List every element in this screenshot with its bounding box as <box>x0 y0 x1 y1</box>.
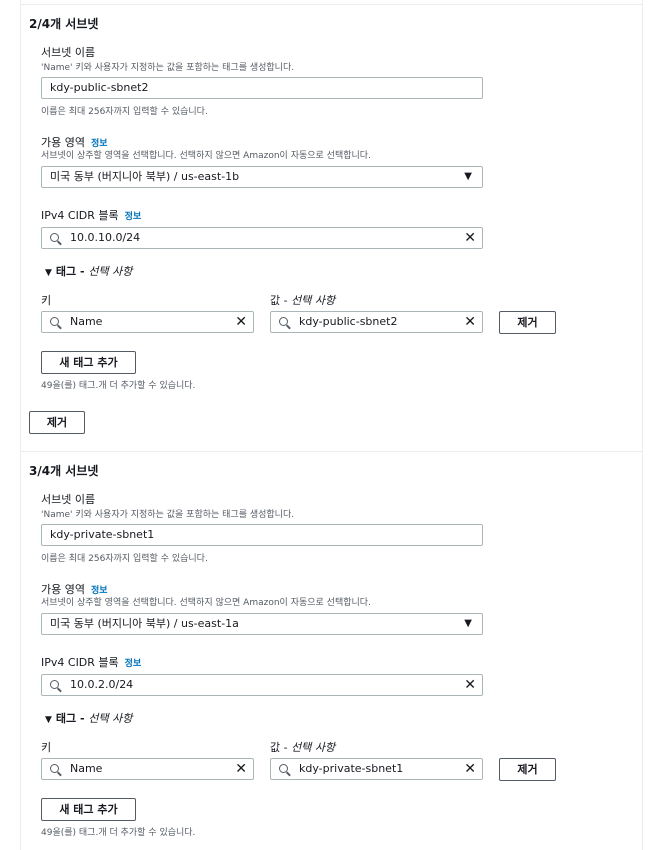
search-icon <box>50 233 59 242</box>
tag-value-input[interactable]: kdy-public-sbnet2 ✕ <box>270 311 483 333</box>
search-icon <box>279 317 288 326</box>
remove-subnet-button[interactable]: 제거 <box>29 411 85 434</box>
cidr-label: IPv4 CIDR 블록 <box>41 209 119 222</box>
top-divider <box>20 4 643 5</box>
caret-down-icon: ▼ <box>464 618 472 629</box>
az-select[interactable]: 미국 동부 (버지니아 북부) / us-east-1a ▼ <box>41 613 483 635</box>
tag-value-optional: 선택 사항 <box>291 294 336 307</box>
tag-key-label: 키 <box>41 294 52 307</box>
cidr-value: 10.0.10.0/24 <box>70 231 141 244</box>
tag-value-label: 값 - <box>270 294 292 307</box>
cidr-input[interactable]: 10.0.10.0/24 ✕ <box>41 227 483 249</box>
search-icon <box>279 764 288 773</box>
subnet-name-description: 'Name' 키와 사용자가 지정하는 값을 포함하는 태그를 생성합니다. <box>41 63 295 73</box>
subnet-section-title: 2/4개 서브넷 <box>29 17 99 31</box>
subnet-name-input[interactable]: kdy-public-sbnet2 <box>41 77 483 99</box>
section-divider <box>20 451 643 452</box>
search-icon <box>50 764 59 773</box>
subnet-name-hint: 이름은 최대 256자까지 입력할 수 있습니다. <box>41 554 208 564</box>
az-select-value: 미국 동부 (버지니아 북부) / us-east-1b <box>50 170 240 183</box>
remove-tag-button[interactable]: 제거 <box>499 311 556 334</box>
cidr-label: IPv4 CIDR 블록 <box>41 656 119 669</box>
subnet-name-value: kdy-public-sbnet2 <box>50 81 149 94</box>
tags-remaining-text: 49을(를) 태그.개 더 추가할 수 있습니다. <box>41 381 196 391</box>
subnet-name-hint: 이름은 최대 256자까지 입력할 수 있습니다. <box>41 107 208 117</box>
remove-tag-button[interactable]: 제거 <box>499 758 556 781</box>
subnet-section-title: 3/4개 서브넷 <box>29 464 99 478</box>
tag-key-value: Name <box>70 315 103 328</box>
clear-icon[interactable]: ✕ <box>464 229 476 247</box>
cidr-label-row: IPv4 CIDR 블록 정보 <box>41 207 141 223</box>
subnet-name-input[interactable]: kdy-private-sbnet1 <box>41 524 483 546</box>
az-select-value: 미국 동부 (버지니아 북부) / us-east-1a <box>50 617 239 630</box>
search-icon <box>50 680 59 689</box>
tag-key-label: 키 <box>41 741 52 754</box>
cidr-input[interactable]: 10.0.2.0/24 ✕ <box>41 674 483 696</box>
clear-icon[interactable]: ✕ <box>464 313 476 331</box>
clear-icon[interactable]: ✕ <box>464 676 476 694</box>
caret-down-icon: ▼ <box>45 715 52 725</box>
add-tag-button[interactable]: 새 태그 추가 <box>41 351 136 374</box>
tag-value-value: kdy-private-sbnet1 <box>299 762 404 775</box>
cidr-info-link[interactable]: 정보 <box>125 212 142 222</box>
tag-value-label-row: 값 - 선택 사항 <box>270 739 335 755</box>
subnet-name-description: 'Name' 키와 사용자가 지정하는 값을 포함하는 태그를 생성합니다. <box>41 510 295 520</box>
right-border <box>642 0 643 850</box>
tags-toggle[interactable]: ▼ 태그 - 선택 사항 <box>45 710 132 726</box>
clear-icon[interactable]: ✕ <box>464 760 476 778</box>
tags-toggle[interactable]: ▼ 태그 - 선택 사항 <box>45 263 132 279</box>
tags-toggle-label: 태그 - <box>55 712 89 725</box>
subnet-name-label: 서브넷 이름 <box>41 493 96 506</box>
az-description: 서브넷이 상주할 영역을 선택합니다. 선택하지 않으면 Amazon이 자동으… <box>41 151 371 161</box>
tags-remaining-text: 49을(를) 태그.개 더 추가할 수 있습니다. <box>41 828 196 838</box>
tag-key-value: Name <box>70 762 103 775</box>
tags-toggle-label: 태그 - <box>55 265 89 278</box>
tag-value-label-row: 값 - 선택 사항 <box>270 292 335 308</box>
caret-down-icon: ▼ <box>45 268 52 278</box>
clear-icon[interactable]: ✕ <box>235 760 247 778</box>
subnet-name-value: kdy-private-sbnet1 <box>50 528 155 541</box>
search-icon <box>50 317 59 326</box>
cidr-label-row: IPv4 CIDR 블록 정보 <box>41 654 141 670</box>
subnet-name-label: 서브넷 이름 <box>41 46 96 59</box>
tag-key-input[interactable]: Name ✕ <box>41 311 254 333</box>
add-tag-button[interactable]: 새 태그 추가 <box>41 798 136 821</box>
tag-value-input[interactable]: kdy-private-sbnet1 ✕ <box>270 758 483 780</box>
caret-down-icon: ▼ <box>464 171 472 182</box>
clear-icon[interactable]: ✕ <box>235 313 247 331</box>
az-description: 서브넷이 상주할 영역을 선택합니다. 선택하지 않으면 Amazon이 자동으… <box>41 598 371 608</box>
az-select[interactable]: 미국 동부 (버지니아 북부) / us-east-1b ▼ <box>41 166 483 188</box>
cidr-info-link[interactable]: 정보 <box>125 659 142 669</box>
tags-toggle-optional: 선택 사항 <box>88 265 133 278</box>
tag-value-optional: 선택 사항 <box>291 741 336 754</box>
cidr-value: 10.0.2.0/24 <box>70 678 134 691</box>
tag-key-input[interactable]: Name ✕ <box>41 758 254 780</box>
tag-value-label: 값 - <box>270 741 292 754</box>
tag-value-value: kdy-public-sbnet2 <box>299 315 398 328</box>
left-border <box>20 0 21 850</box>
tags-toggle-optional: 선택 사항 <box>88 712 133 725</box>
